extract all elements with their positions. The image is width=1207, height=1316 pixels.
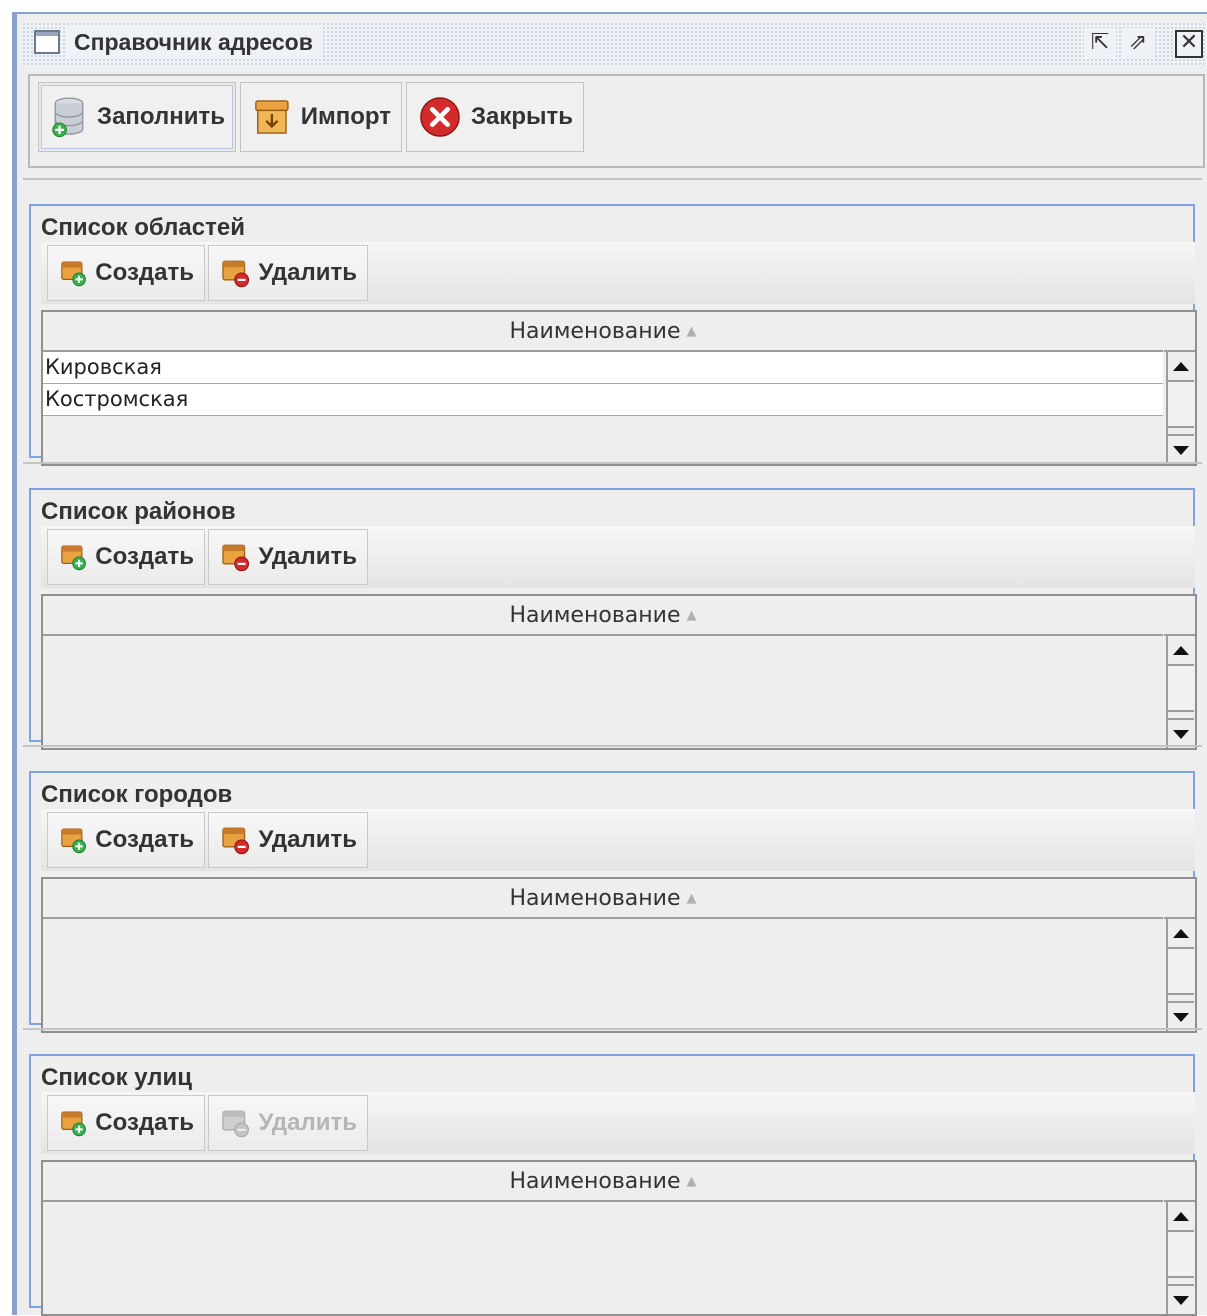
- sort-asc-icon: ▲: [686, 324, 697, 339]
- close-button[interactable]: Закрыть: [406, 82, 584, 152]
- sort-asc-icon: ▲: [686, 1174, 697, 1189]
- maximize-icon[interactable]: ⇗: [1122, 28, 1154, 58]
- title-bar[interactable]: Справочник адресов ⇱ ⇗ ✕: [22, 22, 1207, 66]
- cities-title: Список городов: [41, 781, 239, 809]
- regions-table: Наименование ▲ Кировская Костромская: [41, 310, 1197, 466]
- record-add-icon: [61, 261, 86, 287]
- regions-column-header[interactable]: Наименование ▲: [43, 312, 1163, 352]
- table-row[interactable]: Костромская: [43, 384, 1163, 416]
- districts-delete-button[interactable]: Удалить: [208, 529, 368, 585]
- districts-section: Список районов Создать Удалить Наименова…: [23, 462, 1202, 750]
- table-row[interactable]: Кировская: [43, 352, 1163, 384]
- column-header-label: Наименование: [509, 603, 681, 628]
- record-add-icon: [61, 828, 86, 854]
- districts-toolbar: Создать Удалить: [41, 526, 1195, 588]
- scroll-thumb[interactable]: [1168, 382, 1194, 428]
- scroll-down-icon[interactable]: [1168, 718, 1194, 748]
- import-label: Импорт: [300, 103, 391, 130]
- record-delete-icon: [222, 827, 250, 855]
- database-add-icon: [52, 97, 84, 138]
- header-corner: [1164, 879, 1195, 919]
- internal-window: Справочник адресов ⇱ ⇗ ✕ Заполнить Импор…: [12, 12, 1207, 1316]
- districts-column-header[interactable]: Наименование ▲: [43, 596, 1163, 636]
- streets-table: Наименование ▲: [41, 1160, 1197, 1316]
- regions-delete-label: Удалить: [258, 259, 357, 286]
- regions-scrollbar[interactable]: [1166, 352, 1194, 464]
- sort-asc-icon: ▲: [686, 608, 697, 623]
- cities-create-label: Создать: [95, 826, 194, 853]
- cities-scrollbar[interactable]: [1166, 919, 1194, 1031]
- scroll-thumb[interactable]: [1168, 949, 1194, 995]
- scroll-down-icon[interactable]: [1168, 1284, 1194, 1314]
- scroll-up-icon[interactable]: [1168, 636, 1194, 666]
- regions-create-button[interactable]: Создать: [47, 245, 205, 301]
- close-window-icon[interactable]: ✕: [1175, 30, 1203, 58]
- column-header-label: Наименование: [509, 886, 681, 911]
- districts-group: Список районов Создать Удалить Наименова…: [29, 488, 1197, 750]
- streets-section: Список улиц Создать Удалить Наименование…: [23, 1028, 1202, 1316]
- record-delete-icon: [222, 544, 250, 572]
- regions-group: Список областей Создать Удалить Наименов…: [29, 204, 1197, 466]
- cities-toolbar: Создать Удалить: [41, 809, 1195, 871]
- column-header-label: Наименование: [509, 1169, 681, 1194]
- regions-create-label: Создать: [95, 259, 194, 286]
- scroll-down-icon[interactable]: [1168, 434, 1194, 464]
- window-title: Справочник адресов: [66, 27, 323, 57]
- sort-asc-icon: ▲: [686, 891, 697, 906]
- districts-title: Список районов: [41, 498, 242, 526]
- scroll-up-icon[interactable]: [1168, 1202, 1194, 1232]
- streets-group: Список улиц Создать Удалить Наименование…: [29, 1054, 1197, 1316]
- archive-box-icon: [255, 100, 289, 134]
- record-add-icon: [61, 545, 86, 571]
- red-x-circle-icon: [420, 97, 460, 137]
- streets-create-label: Создать: [95, 1109, 194, 1136]
- streets-create-button[interactable]: Создать: [47, 1095, 205, 1151]
- districts-scrollbar[interactable]: [1166, 636, 1194, 748]
- districts-table: Наименование ▲: [41, 594, 1197, 750]
- regions-title: Список областей: [41, 214, 251, 242]
- cities-group: Список городов Создать Удалить Наименова…: [29, 771, 1197, 1033]
- streets-toolbar: Создать Удалить: [41, 1092, 1195, 1154]
- main-toolbar: Заполнить Импорт Закрыть: [28, 74, 1205, 168]
- close-label: Закрыть: [470, 103, 573, 130]
- scroll-down-icon[interactable]: [1168, 1001, 1194, 1031]
- fill-button[interactable]: Заполнить: [38, 82, 236, 152]
- districts-create-label: Создать: [95, 543, 194, 570]
- scroll-up-icon[interactable]: [1168, 352, 1194, 382]
- cities-delete-label: Удалить: [258, 826, 357, 853]
- regions-rows: Кировская Костромская: [43, 352, 1163, 416]
- record-delete-icon: [222, 1110, 250, 1138]
- fill-label: Заполнить: [97, 103, 225, 130]
- streets-scrollbar[interactable]: [1166, 1202, 1194, 1314]
- cities-delete-button[interactable]: Удалить: [208, 812, 368, 868]
- districts-delete-label: Удалить: [258, 543, 357, 570]
- cities-section: Список городов Создать Удалить Наименова…: [23, 745, 1202, 1033]
- regions-section: Список областей Создать Удалить Наименов…: [23, 178, 1202, 466]
- header-corner: [1164, 596, 1195, 636]
- window-icon: [34, 30, 60, 54]
- column-header-label: Наименование: [509, 319, 681, 344]
- cities-column-header[interactable]: Наименование ▲: [43, 879, 1163, 919]
- import-button[interactable]: Импорт: [240, 82, 402, 152]
- cities-create-button[interactable]: Создать: [47, 812, 205, 868]
- streets-column-header[interactable]: Наименование ▲: [43, 1162, 1163, 1202]
- districts-create-button[interactable]: Создать: [47, 529, 205, 585]
- minimize-icon[interactable]: ⇱: [1084, 28, 1116, 58]
- scroll-up-icon[interactable]: [1168, 919, 1194, 949]
- streets-title: Список улиц: [41, 1064, 199, 1092]
- streets-delete-button: Удалить: [208, 1095, 368, 1151]
- scroll-thumb[interactable]: [1168, 1232, 1194, 1278]
- regions-delete-button[interactable]: Удалить: [208, 245, 368, 301]
- header-corner: [1164, 1162, 1195, 1202]
- streets-delete-label: Удалить: [258, 1109, 357, 1136]
- scroll-thumb[interactable]: [1168, 666, 1194, 712]
- record-delete-icon: [222, 260, 250, 288]
- cities-table: Наименование ▲: [41, 877, 1197, 1033]
- record-add-icon: [61, 1111, 86, 1137]
- header-corner: [1164, 312, 1195, 352]
- regions-toolbar: Создать Удалить: [41, 242, 1195, 304]
